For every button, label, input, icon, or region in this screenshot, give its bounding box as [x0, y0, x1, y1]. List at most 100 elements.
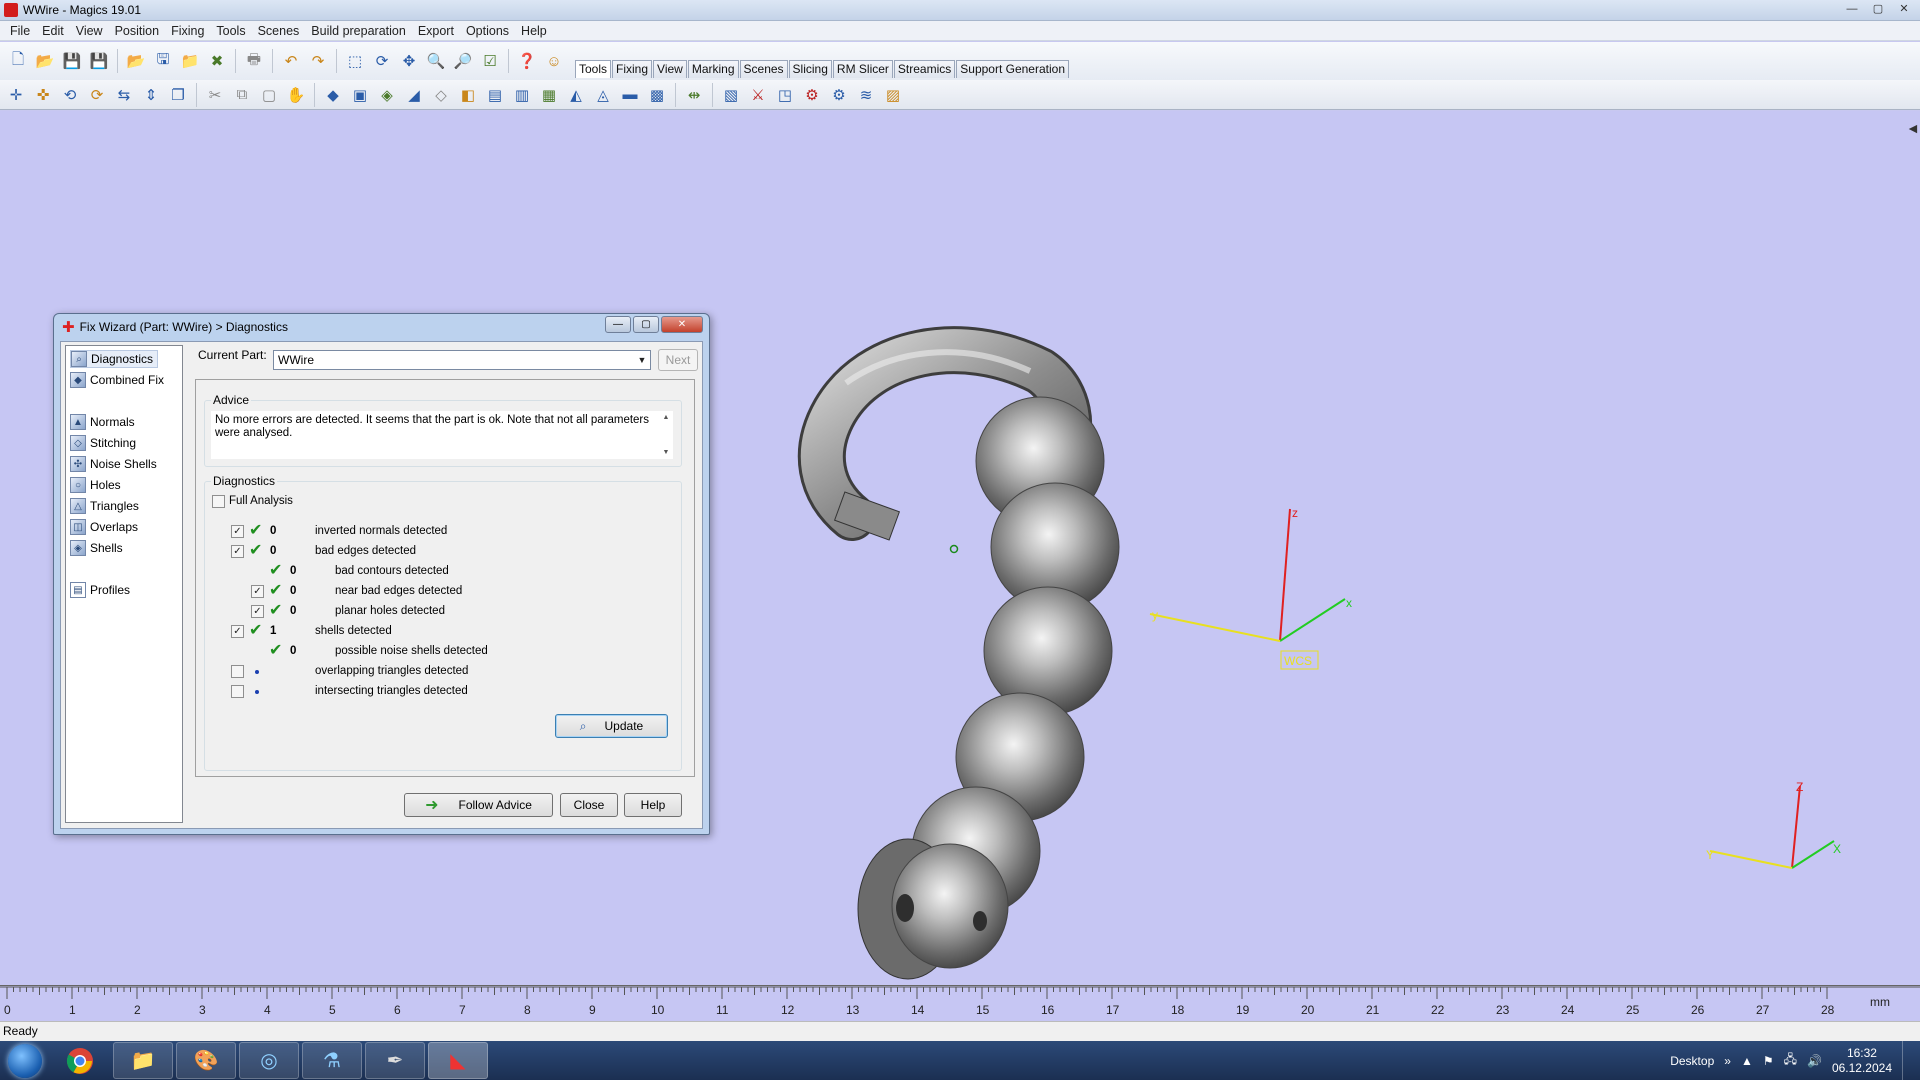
show-desktop-button[interactable] [1902, 1041, 1912, 1080]
dialog-title-bar[interactable]: ✚ Fix Wizard (Part: WWire) > Diagnostics… [54, 314, 709, 340]
menu-build-preparation[interactable]: Build preparation [305, 24, 412, 38]
translate-icon[interactable]: ✛ [4, 83, 28, 107]
merge-icon[interactable]: ◈ [375, 83, 399, 107]
tab-view[interactable]: View [653, 60, 687, 78]
print-icon[interactable]: 🖶 [242, 49, 266, 73]
rotate-icon[interactable]: ⟲ [58, 83, 82, 107]
nav-item-noise-shells[interactable]: ✣ Noise Shells [70, 455, 157, 473]
app2-task-icon[interactable]: ⚗ [302, 1042, 362, 1079]
label-icon[interactable]: ◧ [456, 83, 480, 107]
help-icon[interactable]: ❓ [515, 49, 539, 73]
tab-scenes[interactable]: Scenes [739, 60, 788, 78]
boolean-icon[interactable]: ⧉ [230, 83, 254, 107]
nav-item-diagnostics[interactable]: ⌕ Diagnostics [70, 350, 159, 368]
menu-edit[interactable]: Edit [36, 24, 70, 38]
scale-icon[interactable]: ⇕ [139, 83, 163, 107]
cut-icon[interactable]: ✂ [203, 83, 227, 107]
section-icon[interactable]: ◭ [564, 83, 588, 107]
cube-icon[interactable]: ▣ [348, 83, 372, 107]
open-folder-icon[interactable]: 📂 [33, 49, 57, 73]
app3-task-icon[interactable]: ✒ [365, 1042, 425, 1079]
planar-holes-checkbox[interactable]: ✓ [251, 605, 264, 618]
unload-part-icon[interactable]: ✖ [205, 49, 229, 73]
intersecting-triangles-checkbox[interactable] [231, 685, 244, 698]
menu-position[interactable]: Position [109, 24, 165, 38]
advice-scrollbar[interactable]: ▲ ▼ [659, 411, 673, 459]
rotate-free-icon[interactable]: ⟳ [85, 83, 109, 107]
packing-icon[interactable]: ◳ [773, 83, 797, 107]
nav-item-normals[interactable]: ▲ Normals [70, 413, 135, 431]
tab-support-generation[interactable]: Support Generation [956, 60, 1070, 78]
save-part-icon[interactable]: 🖫 [151, 49, 175, 73]
menu-scenes[interactable]: Scenes [252, 24, 306, 38]
measure-icon[interactable]: ✋ [284, 83, 308, 107]
volume-icon[interactable]: 🔊 [1807, 1054, 1822, 1068]
network-icon[interactable]: 🖧 [1784, 1050, 1797, 1071]
undo-icon[interactable]: ↶ [279, 49, 303, 73]
hollow-icon[interactable]: ▢ [257, 83, 281, 107]
explorer-task-icon[interactable]: 📁 [113, 1042, 173, 1079]
waves-icon[interactable]: ≋ [854, 83, 878, 107]
nav-item-overlaps[interactable]: ◫ Overlaps [70, 518, 138, 536]
tab-tools[interactable]: Tools [575, 60, 612, 78]
panel-pin-icon[interactable]: ◄ [1906, 120, 1920, 136]
close-button[interactable]: Close [560, 793, 618, 817]
help-button[interactable]: Help [624, 793, 682, 817]
menu-view[interactable]: View [70, 24, 109, 38]
thickness-icon[interactable]: ▬ [618, 83, 642, 107]
full-analysis-checkbox[interactable] [212, 495, 225, 508]
app-task-icon[interactable]: ◎ [239, 1042, 299, 1079]
smooth-icon[interactable]: ◬ [591, 83, 615, 107]
nest-icon[interactable]: ▧ [719, 83, 743, 107]
pan-icon[interactable]: ✥ [397, 49, 421, 73]
nav-item-holes[interactable]: ○ Holes [70, 476, 121, 494]
redo-icon[interactable]: ↷ [306, 49, 330, 73]
new-file-icon[interactable]: 🗋 [6, 49, 30, 73]
bad-edges-checkbox[interactable]: ✓ [231, 545, 244, 558]
close-window-button[interactable]: ✕ [1894, 2, 1914, 16]
box-icon[interactable]: ▤ [483, 83, 507, 107]
shell-icon[interactable]: ▥ [510, 83, 534, 107]
zoom-icon[interactable]: 🔍 [424, 49, 448, 73]
nav-item-triangles[interactable]: △ Triangles [70, 497, 139, 515]
toolbar-chevron-icon[interactable]: » [1724, 1054, 1731, 1068]
current-part-select[interactable]: WWire ▼ [273, 350, 651, 370]
context-help-icon[interactable]: ☺ [542, 49, 566, 73]
menu-tools[interactable]: Tools [210, 24, 251, 38]
desktop-toolbar-label[interactable]: Desktop [1670, 1054, 1714, 1068]
dialog-maximize-button[interactable]: ▢ [633, 316, 659, 333]
tab-streamics[interactable]: Streamics [893, 60, 956, 78]
near-bad-edges-checkbox[interactable]: ✓ [251, 585, 264, 598]
menu-help[interactable]: Help [515, 24, 553, 38]
inverted-normals-checkbox[interactable]: ✓ [231, 525, 244, 538]
tab-slicing[interactable]: Slicing [788, 60, 832, 78]
minimize-button[interactable]: — [1842, 2, 1862, 16]
next-button[interactable]: Next [658, 349, 698, 371]
tab-marking[interactable]: Marking [687, 60, 739, 78]
magics-task-icon[interactable]: ◣ [428, 1042, 488, 1079]
tab-rm-slicer[interactable]: RM Slicer [832, 60, 893, 78]
offset-icon[interactable]: ◇ [429, 83, 453, 107]
dialog-minimize-button[interactable]: — [605, 316, 631, 333]
tab-fixing[interactable]: Fixing [612, 60, 653, 78]
follow-advice-button[interactable]: ➜ Follow Advice [404, 793, 553, 817]
nav-item-stitching[interactable]: ◇ Stitching [70, 434, 136, 452]
menu-file[interactable]: File [4, 24, 36, 38]
start-button[interactable] [0, 1041, 50, 1080]
duplicate-icon[interactable]: ❐ [166, 83, 190, 107]
menu-export[interactable]: Export [412, 24, 460, 38]
menu-options[interactable]: Options [460, 24, 515, 38]
language-flag-icon[interactable]: ⚑ [1763, 1054, 1774, 1068]
align-icon[interactable]: ⇹ [682, 83, 706, 107]
dialog-close-icon[interactable]: ✕ [661, 316, 703, 333]
gear-icon[interactable]: ⚙ [827, 83, 851, 107]
fix-check-icon[interactable]: ☑ [478, 49, 502, 73]
translate-to-icon[interactable]: ✜ [31, 83, 55, 107]
shells-checkbox[interactable]: ✓ [231, 625, 244, 638]
paint-task-icon[interactable]: 🎨 [176, 1042, 236, 1079]
wall-icon[interactable]: ▩ [645, 83, 669, 107]
import-part-icon[interactable]: 📂 [124, 49, 148, 73]
chrome-task-icon[interactable] [50, 1042, 110, 1079]
extrude-icon[interactable]: ◢ [402, 83, 426, 107]
parcel-icon[interactable]: ▨ [881, 83, 905, 107]
